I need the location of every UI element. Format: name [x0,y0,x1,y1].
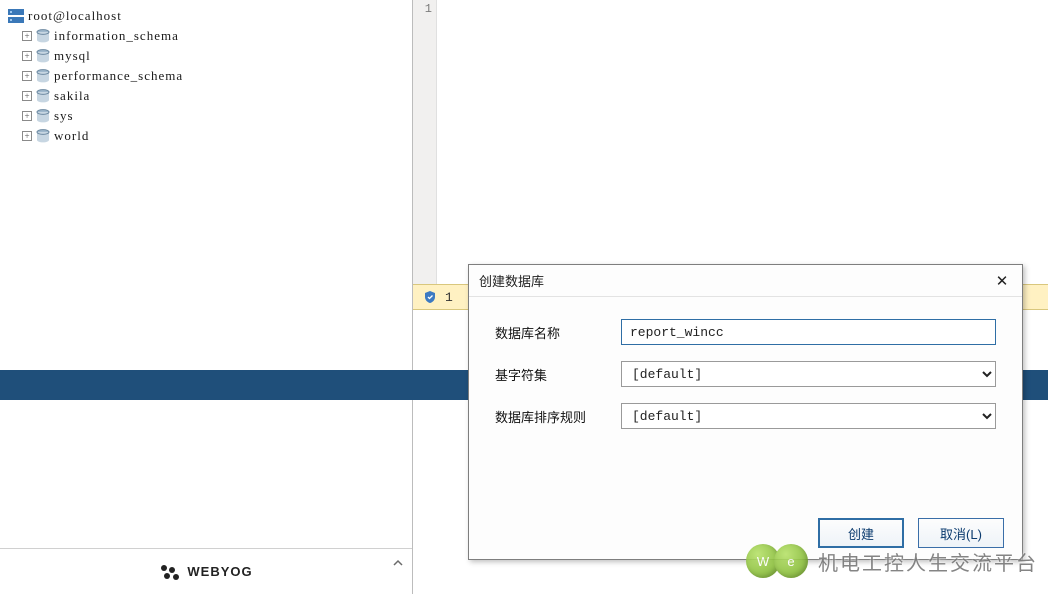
charset-select[interactable]: [default] [621,361,996,387]
status-count: 1 [445,290,453,305]
tree-item-label: performance_schema [54,68,183,84]
tree-root-label: root@localhost [28,8,122,24]
tree-item[interactable]: + sys [6,106,406,126]
watermark: W e 机电工控人生交流平台 [746,544,1038,578]
db-tree: root@localhost + information_schema + my… [0,0,412,548]
sidebar: root@localhost + information_schema + my… [0,0,413,594]
charset-label: 基字符集 [495,365,605,384]
brand-logo: WEBYOG [159,563,252,581]
tree-item-label: sakila [54,88,90,104]
wechat-icon: W e [746,544,808,578]
dialog-body: 数据库名称 基字符集 [default] 数据库排序规则 [default] [469,297,1022,507]
tree-item[interactable]: + world [6,126,406,146]
database-icon [36,129,50,143]
expand-icon[interactable]: + [22,31,32,41]
create-database-dialog: 创建数据库 ✕ 数据库名称 基字符集 [default] 数据库排序规则 [de… [468,264,1023,560]
tree-item-label: world [54,128,89,144]
shield-icon [423,290,437,304]
tree-item-label: mysql [54,48,91,64]
close-icon[interactable]: ✕ [992,271,1012,291]
server-icon [8,9,24,23]
collation-label: 数据库排序规则 [495,407,605,426]
database-icon [36,109,50,123]
field-charset: 基字符集 [default] [495,361,996,387]
expand-icon[interactable]: + [22,71,32,81]
webyog-icon [159,563,181,581]
expand-icon[interactable]: + [22,111,32,121]
tree-item[interactable]: + performance_schema [6,66,406,86]
tree-item[interactable]: + information_schema [6,26,406,46]
database-icon [36,49,50,63]
tree-item[interactable]: + sakila [6,86,406,106]
sidebar-footer: WEBYOG [0,548,412,594]
expand-icon[interactable]: + [22,51,32,61]
watermark-text: 机电工控人生交流平台 [818,547,1038,576]
tree-item[interactable]: + mysql [6,46,406,66]
gutter-line-number: 1 [417,2,432,16]
dialog-titlebar: 创建数据库 ✕ [469,265,1022,297]
editor-gutter: 1 [413,0,437,284]
database-icon [36,29,50,43]
db-name-input[interactable] [621,319,996,345]
field-db-name: 数据库名称 [495,319,996,345]
tree-root-node[interactable]: root@localhost [6,6,406,26]
database-icon [36,69,50,83]
expand-icon[interactable]: + [22,91,32,101]
brand-text: WEBYOG [187,564,252,579]
scroll-up-icon[interactable] [390,555,406,571]
field-collation: 数据库排序规则 [default] [495,403,996,429]
tree-item-label: information_schema [54,28,179,44]
collation-select[interactable]: [default] [621,403,996,429]
db-name-label: 数据库名称 [495,323,605,342]
tree-item-label: sys [54,108,74,124]
database-icon [36,89,50,103]
sql-editor[interactable]: 1 [413,0,1048,284]
expand-icon[interactable]: + [22,131,32,141]
dialog-title: 创建数据库 [479,271,544,290]
